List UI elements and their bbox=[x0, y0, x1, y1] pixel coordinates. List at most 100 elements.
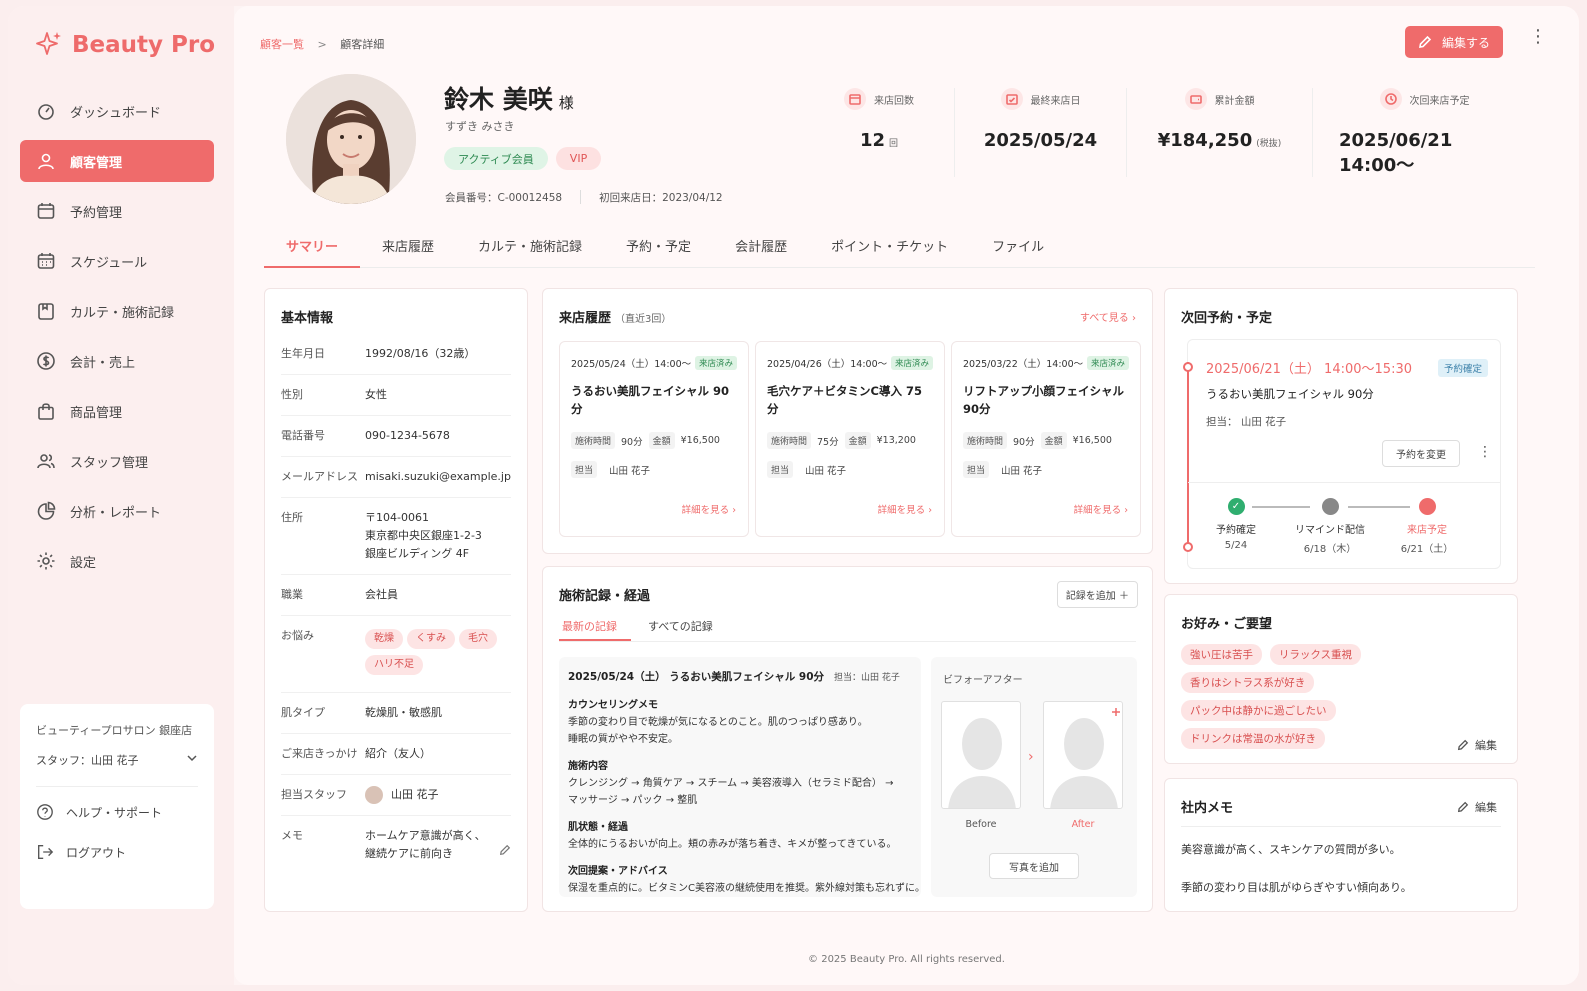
edit-button[interactable]: 編集する bbox=[1405, 26, 1503, 58]
sidebar-item-products[interactable]: 商品管理 bbox=[20, 390, 214, 432]
sidebar-item-dashboard[interactable]: ダッシュボード bbox=[20, 90, 214, 132]
progress-step-reminder: リマインド配信 6/18（木） bbox=[1288, 498, 1372, 555]
info-row: メールアドレス misaki.suzuki@example.jp bbox=[281, 457, 511, 498]
step-dot bbox=[1321, 498, 1339, 515]
brand-logo[interactable]: Beauty Pro bbox=[34, 30, 215, 60]
sidebar-item-label: 設定 bbox=[70, 555, 97, 571]
customer-kana: すずき みさき bbox=[445, 120, 515, 133]
user-icon bbox=[38, 153, 54, 170]
sidebar-item-karte[interactable]: カルテ・施術記録 bbox=[20, 290, 214, 332]
progress-step-visit: 来店予定 6/21（土） bbox=[1390, 498, 1464, 555]
tab-reservations[interactable]: 予約・予定 bbox=[604, 236, 713, 268]
address-line: 東京都中央区銀座1-2-3 bbox=[365, 529, 482, 542]
tab-latest-record[interactable]: 最新の記録 bbox=[559, 618, 631, 641]
preference-chip: ドリンクは常温の水が好き bbox=[1181, 728, 1325, 749]
more-menu-icon[interactable]: ⋮ bbox=[1529, 28, 1547, 46]
visit-staff: 山田 花子 bbox=[805, 465, 847, 477]
stat-value: 12 bbox=[859, 130, 886, 151]
sidebar-nav: ダッシュボード 顧客管理 予約管理 スケジュール カルテ・施術記録 会計・売上 bbox=[20, 90, 214, 590]
pencil-icon[interactable] bbox=[499, 844, 511, 856]
staff-name: 山田 花子 bbox=[391, 788, 439, 801]
tab-visits[interactable]: 来店履歴 bbox=[360, 236, 456, 268]
visit-date: 2025/04/26（土）14:00〜 bbox=[767, 359, 888, 370]
view-all-link[interactable]: すべて見る › bbox=[1080, 309, 1136, 324]
pencil-icon bbox=[1419, 35, 1432, 48]
info-label: お悩み bbox=[281, 629, 314, 642]
chevron-down-icon bbox=[187, 755, 197, 762]
visit-detail-link[interactable]: 詳細を見る › bbox=[682, 502, 736, 516]
sidebar-item-accounting[interactable]: 会計・売上 bbox=[20, 340, 214, 382]
divider bbox=[1188, 482, 1500, 483]
member-number: 会員番号：C-00012458 bbox=[445, 192, 563, 204]
tab-payments[interactable]: 会計履歴 bbox=[713, 236, 809, 268]
status-badge-active: アクティブ会員 bbox=[444, 147, 548, 170]
section-title: 施術内容 bbox=[568, 761, 608, 772]
info-label: 住所 bbox=[281, 511, 303, 524]
stat-label: 次回来店予定 bbox=[1409, 95, 1470, 107]
staff-selector[interactable]: スタッフ：山田 花子 bbox=[36, 752, 198, 768]
logout-link[interactable]: ログアウト bbox=[36, 843, 198, 861]
record-header: 2025/05/24（土） うるおい美肌フェイシャル 90分 bbox=[568, 671, 825, 683]
tab-summary[interactable]: サマリー bbox=[264, 236, 361, 268]
stat-last-visit: 最終来店日 2025/05/24 bbox=[954, 88, 1126, 177]
visit-price: ¥16,500 bbox=[1072, 435, 1112, 446]
detail-label: 詳細を見る bbox=[1073, 505, 1122, 516]
tab-points[interactable]: ポイント・チケット bbox=[809, 236, 970, 268]
breadcrumb-link-customers[interactable]: 顧客一覧 bbox=[260, 38, 304, 51]
staff-avatar bbox=[365, 786, 383, 804]
treatment-record-card: 施術記録・経過 記録を追加 ＋ 最新の記録 すべての記録 2025/05/24（… bbox=[542, 566, 1153, 912]
before-label: Before bbox=[965, 819, 997, 830]
sidebar-item-settings[interactable]: 設定 bbox=[20, 540, 214, 582]
visit-detail-link[interactable]: 詳細を見る › bbox=[1074, 502, 1128, 516]
edit-memo-button[interactable]: 編集 bbox=[1457, 799, 1497, 815]
add-record-button[interactable]: 記録を追加 ＋ bbox=[1056, 581, 1138, 608]
sidebar-item-staff[interactable]: スタッフ管理 bbox=[20, 440, 214, 482]
card-title: 社内メモ bbox=[1181, 801, 1234, 816]
sidebar-item-analytics[interactable]: 分析・レポート bbox=[20, 490, 214, 532]
basic-info-card: 基本情報 生年月日 1992/08/16（32歳） 性別 女性 電話番号 090-12… bbox=[264, 288, 528, 912]
appointment-date: 2025/06/21（土） 14:00〜15:30 bbox=[1206, 362, 1412, 377]
visit-time: 90分 bbox=[1013, 436, 1035, 448]
record-text: クレンジング → 角質ケア → スチーム → 美容液導入（セラミド配合） → bbox=[568, 778, 894, 789]
pencil-icon bbox=[1457, 801, 1469, 813]
sidebar-item-customers[interactable]: 顧客管理 bbox=[20, 140, 214, 182]
progress-step-confirmed: ✓ 予約確定 5/24 bbox=[1204, 498, 1268, 551]
salon-name: ビューティープロサロン 銀座店 bbox=[36, 724, 193, 737]
sidebar-item-label: 顧客管理 bbox=[70, 155, 123, 171]
change-appointment-button[interactable]: 予約を変更 bbox=[1382, 440, 1460, 467]
visit-card[interactable]: 2025/04/26（土）14:00〜 来店済み 毛穴ケア＋ビタミンC導入 75分… bbox=[755, 341, 945, 537]
tab-karte[interactable]: カルテ・施術記録 bbox=[456, 236, 604, 268]
help-icon bbox=[37, 804, 53, 820]
sidebar-item-reservations[interactable]: 予約管理 bbox=[20, 190, 214, 232]
info-label: 性別 bbox=[281, 388, 303, 401]
help-link[interactable]: ヘルプ・サポート bbox=[36, 803, 198, 821]
stat-next-visit: 次回来店予定 2025/06/21 14:00〜 bbox=[1312, 88, 1536, 177]
info-label: ご来店きっかけ bbox=[281, 747, 358, 760]
card-subtitle: （直近3回） bbox=[615, 314, 672, 325]
add-photo-button[interactable]: 写真を追加 bbox=[989, 853, 1079, 879]
tab-files[interactable]: ファイル bbox=[970, 236, 1066, 268]
chart-record-icon bbox=[38, 303, 54, 320]
sidebar-item-label: 予約管理 bbox=[70, 205, 123, 221]
dashboard-icon bbox=[38, 104, 54, 120]
info-value: 紹介（友人） bbox=[365, 747, 431, 760]
section-title: カウンセリングメモ bbox=[568, 700, 658, 711]
visit-history-card: 来店履歴 （直近3回） すべて見る › 2025/05/24（土）14:00〜 来店… bbox=[542, 288, 1153, 554]
breadcrumb-current: 顧客詳細 bbox=[340, 38, 385, 51]
address-line: 銀座ビルディング 4F bbox=[365, 547, 470, 560]
tab-all-records[interactable]: すべての記録 bbox=[645, 618, 716, 641]
edit-preferences-button[interactable]: 編集 bbox=[1457, 737, 1497, 753]
visit-detail-link[interactable]: 詳細を見る › bbox=[878, 502, 932, 516]
bag-icon bbox=[38, 403, 54, 420]
sidebar-item-schedule[interactable]: スケジュール bbox=[20, 240, 214, 282]
detail-label: 詳細を見る bbox=[877, 505, 926, 516]
more-menu-icon[interactable]: ⋮ bbox=[1478, 444, 1492, 460]
info-row: 職業 会社員 bbox=[281, 575, 511, 616]
preference-chip: 香りはシトラス系が好き bbox=[1181, 672, 1315, 693]
customer-tabs: サマリー 来店履歴 カルテ・施術記録 予約・予定 会計履歴 ポイント・チケット … bbox=[264, 236, 1535, 268]
memo-line: 継続ケアに前向き bbox=[365, 847, 453, 860]
visit-card[interactable]: 2025/03/22（土）14:00〜 来店済み リフトアップ小顔フェイシャル 9… bbox=[951, 341, 1141, 537]
before-photo[interactable] bbox=[941, 701, 1021, 809]
visit-card[interactable]: 2025/05/24（土）14:00〜 来店済み うるおい美肌フェイシャル 90分… bbox=[559, 341, 749, 537]
after-photo[interactable] bbox=[1043, 701, 1123, 809]
